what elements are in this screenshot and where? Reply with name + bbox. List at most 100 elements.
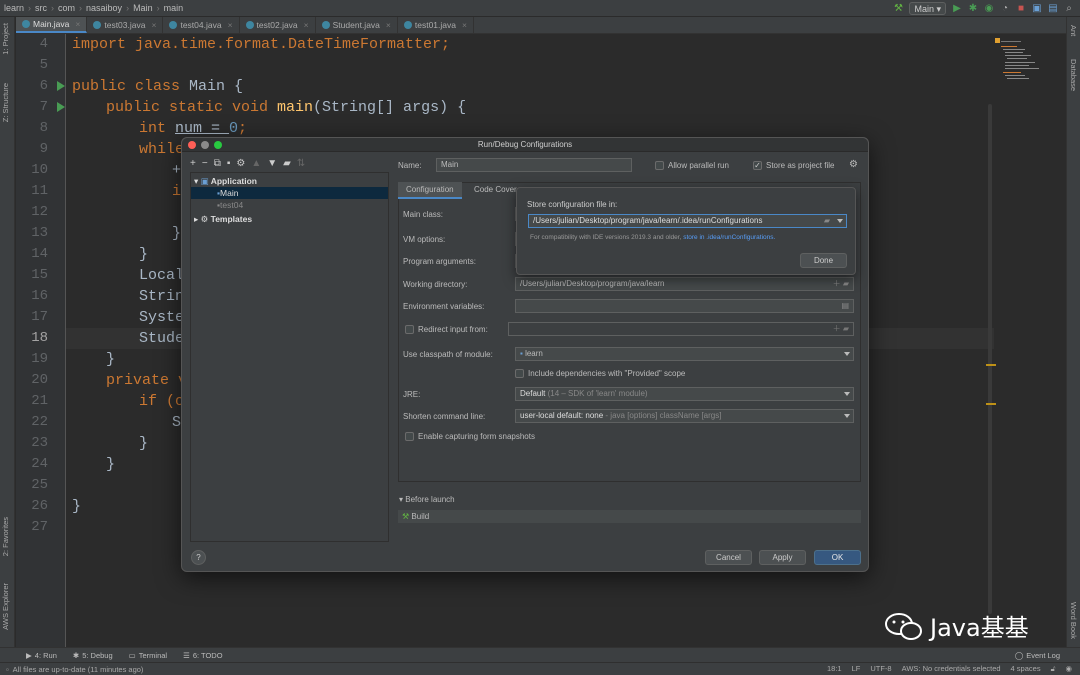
aws-explorer-tool-button[interactable]: AWS Explorer (1, 583, 10, 630)
close-window-button[interactable] (188, 141, 196, 149)
store-project-checkbox[interactable]: ✓ (753, 161, 762, 170)
indent-setting[interactable]: 4 spaces (1011, 664, 1041, 674)
terminal-tool-button[interactable]: ▭ Terminal (121, 651, 175, 660)
copy-icon[interactable]: ⧉ (214, 158, 221, 169)
breadcrumb-main-class[interactable]: Main (129, 3, 157, 13)
inspector-icon[interactable]: ◉ (1065, 664, 1072, 674)
shorten-select[interactable]: user-local default: none - java [options… (515, 409, 854, 423)
before-launch-build-item[interactable]: ⚒ Build (398, 510, 861, 523)
tab-student-java[interactable]: Student.java × (316, 17, 398, 33)
done-button[interactable]: Done (800, 253, 847, 268)
wrench-icon[interactable]: ⚙ (236, 158, 245, 169)
stop-icon[interactable]: ■ (1016, 3, 1026, 14)
name-input[interactable]: Main (436, 158, 632, 172)
run-config-selector[interactable]: Main ▾ (909, 2, 946, 15)
tab-main-java[interactable]: Main.java × (16, 17, 88, 33)
run-main-gutter-icon[interactable] (57, 102, 65, 112)
close-icon[interactable]: × (228, 20, 233, 30)
breadcrumb-main-method[interactable]: main (160, 3, 188, 13)
add-icon[interactable]: + (190, 158, 196, 169)
line-separator[interactable]: LF (852, 664, 861, 674)
tab-test04-java[interactable]: test04.java × (163, 17, 240, 33)
tree-node-application[interactable]: ▾ ▣ Application (194, 175, 257, 187)
tree-node-main[interactable]: ▪Main (191, 187, 388, 199)
todo-tool-button[interactable]: ☰ 6: TODO (175, 651, 230, 660)
folder-icon[interactable]: ▰ (283, 158, 291, 169)
edit-env-icon[interactable]: ▤ (841, 300, 849, 312)
coverage-icon[interactable]: ◉ (984, 3, 994, 14)
event-log-button[interactable]: ◯ Event Log (1007, 651, 1068, 660)
browse-icon[interactable]: ＋ ▰ (833, 323, 849, 335)
aws-credentials[interactable]: AWS: No credentials selected (902, 664, 1001, 674)
allow-parallel-checkbox[interactable] (655, 161, 664, 170)
word-book-tool-button[interactable]: Word Book (1069, 602, 1078, 639)
tree-node-templates[interactable]: ▸ ⚙ Templates (194, 213, 252, 225)
run-class-gutter-icon[interactable] (57, 81, 65, 91)
run-icon[interactable]: ▶ (952, 3, 962, 14)
right-tool-strip: Ant Database Word Book (1066, 17, 1080, 647)
move-up-icon[interactable]: ▲ (251, 158, 261, 169)
working-dir-input[interactable]: /Users/julian/Desktop/program/java/learn… (515, 277, 854, 291)
save-icon[interactable]: ▪ (227, 158, 231, 169)
search-icon[interactable]: ⌕ (1064, 3, 1074, 14)
apply-button[interactable]: Apply (759, 550, 806, 565)
cancel-button[interactable]: Cancel (705, 550, 752, 565)
before-launch-header[interactable]: ▾ Before launch (399, 495, 455, 504)
classpath-select[interactable]: ▪ learn (515, 347, 854, 361)
tab-code-coverage[interactable]: Code Cover (474, 185, 517, 194)
code-text: ; (238, 120, 248, 137)
build-hammer-icon[interactable]: ⚒ (893, 3, 903, 14)
tab-test03-java[interactable]: test03.java × (87, 17, 164, 33)
redirect-checkbox[interactable] (405, 325, 414, 334)
project-structure-icon[interactable]: ▣ (1032, 3, 1042, 14)
close-icon[interactable]: × (462, 20, 467, 30)
tree-node-test04[interactable]: ▪test04 (217, 199, 243, 211)
caret-position[interactable]: 18:1 (827, 664, 842, 674)
include-deps-checkbox[interactable] (515, 369, 524, 378)
debug-icon[interactable]: ✱ (968, 3, 978, 14)
maximize-window-button[interactable] (214, 141, 222, 149)
run-tool-button[interactable]: ▶ 4: Run (18, 651, 65, 660)
breadcrumb-com[interactable]: com (54, 3, 79, 13)
jre-select[interactable]: Default (14 – SDK of 'learn' module) (515, 387, 854, 401)
sort-icon[interactable]: ⇅ (297, 158, 305, 169)
add-macro-icon[interactable]: ＋ ▰ (833, 278, 849, 290)
close-icon[interactable]: × (151, 20, 156, 30)
debug-tool-button[interactable]: ✱ 5: Debug (65, 651, 121, 660)
project-tool-button[interactable]: 1: Project (1, 23, 10, 55)
lock-icon[interactable]: 🔓︎ (1051, 664, 1056, 674)
code-text: Main { (189, 78, 244, 95)
breadcrumb-src[interactable]: src (31, 3, 51, 13)
file-encoding[interactable]: UTF-8 (870, 664, 891, 674)
sdk-icon[interactable]: ▤ (1048, 3, 1058, 14)
close-icon[interactable]: × (386, 20, 391, 30)
breadcrumb-nasaiboy[interactable]: nasaiboy (82, 3, 126, 13)
profile-icon[interactable]: ◔ (1000, 3, 1010, 14)
chevron-down-icon[interactable] (837, 219, 843, 223)
folder-icon[interactable]: ▰ (824, 215, 830, 227)
breadcrumb-learn[interactable]: learn (0, 3, 28, 13)
move-down-icon[interactable]: ▼ (267, 158, 277, 169)
remove-icon[interactable]: − (202, 158, 208, 169)
tab-test02-java[interactable]: test02.java × (240, 17, 316, 33)
structure-tool-button[interactable]: Z: Structure (1, 83, 10, 122)
tab-configuration[interactable]: Configuration (398, 182, 462, 199)
code-minimap[interactable] (995, 38, 1053, 88)
favorites-tool-button[interactable]: 2: Favorites (1, 517, 10, 556)
minimize-window-button[interactable] (201, 141, 209, 149)
redirect-input[interactable]: ＋ ▰ (508, 322, 854, 336)
snapshots-checkbox[interactable] (405, 432, 414, 441)
ant-tool-button[interactable]: Ant (1069, 25, 1078, 36)
ok-button[interactable]: OK (814, 550, 861, 565)
database-tool-button[interactable]: Database (1069, 59, 1078, 91)
env-vars-input[interactable]: ▤ (515, 299, 854, 313)
editor-scrollbar[interactable] (988, 104, 992, 614)
tab-test01-java[interactable]: test01.java × (398, 17, 474, 33)
store-link[interactable]: store in .idea/runConfigurations. (683, 234, 775, 241)
store-path-input[interactable]: /Users/julian/Desktop/program/java/learn… (528, 214, 847, 228)
help-button[interactable]: ? (191, 550, 206, 565)
close-icon[interactable]: × (75, 19, 80, 29)
close-icon[interactable]: × (304, 20, 309, 30)
gear-icon[interactable]: ⚙ (849, 159, 858, 170)
line-number: 16 (31, 288, 48, 304)
